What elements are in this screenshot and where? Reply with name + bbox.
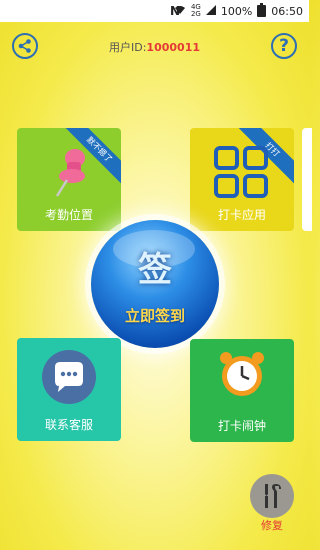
battery-icon: [257, 3, 267, 17]
clock: 06:50: [271, 4, 303, 18]
repair-label: 修复: [261, 519, 283, 532]
sign-glyph: 签: [138, 250, 172, 290]
repair-button[interactable]: [250, 474, 294, 518]
signal-icon: [205, 4, 216, 18]
status-bar: N 4G 2G 100% 06:50: [0, 0, 309, 22]
user-id-label: 用户ID:: [109, 41, 147, 54]
tile-label: 联系客服: [44, 418, 93, 432]
sign-in-label: 立即签到: [124, 307, 185, 325]
sign-in-button[interactable]: 签 立即签到: [91, 220, 219, 348]
next-panel-edge: [302, 128, 312, 231]
chat-bubble-icon: [42, 350, 96, 404]
battery-percent: 100%: [220, 4, 253, 18]
help-icon: ?: [279, 36, 289, 56]
alarm-clock-icon: [220, 352, 264, 396]
tile-label: 打卡闹钟: [217, 419, 266, 433]
user-id: 用户ID:1000011: [0, 39, 309, 55]
tile-clock-apps[interactable]: 打打 打卡应用: [190, 128, 294, 231]
user-id-value: 1000011: [146, 41, 200, 54]
pushpin-icon: [55, 149, 85, 197]
tile-label: 打卡应用: [217, 208, 266, 222]
grid-icon: [214, 146, 268, 198]
repair-tools-icon: [265, 484, 281, 508]
tile-contact-service[interactable]: 联系客服: [17, 338, 121, 441]
network-indicator: 4G 2G: [190, 3, 201, 18]
help-button[interactable]: ?: [271, 33, 297, 59]
nfc-icon: N: [170, 4, 181, 18]
tile-label: 考勤位置: [44, 208, 93, 222]
tile-attendance-location[interactable]: 默不摁了 考勤位置: [17, 128, 121, 231]
tile-clock-alarm[interactable]: 打卡闹钟: [190, 339, 294, 442]
